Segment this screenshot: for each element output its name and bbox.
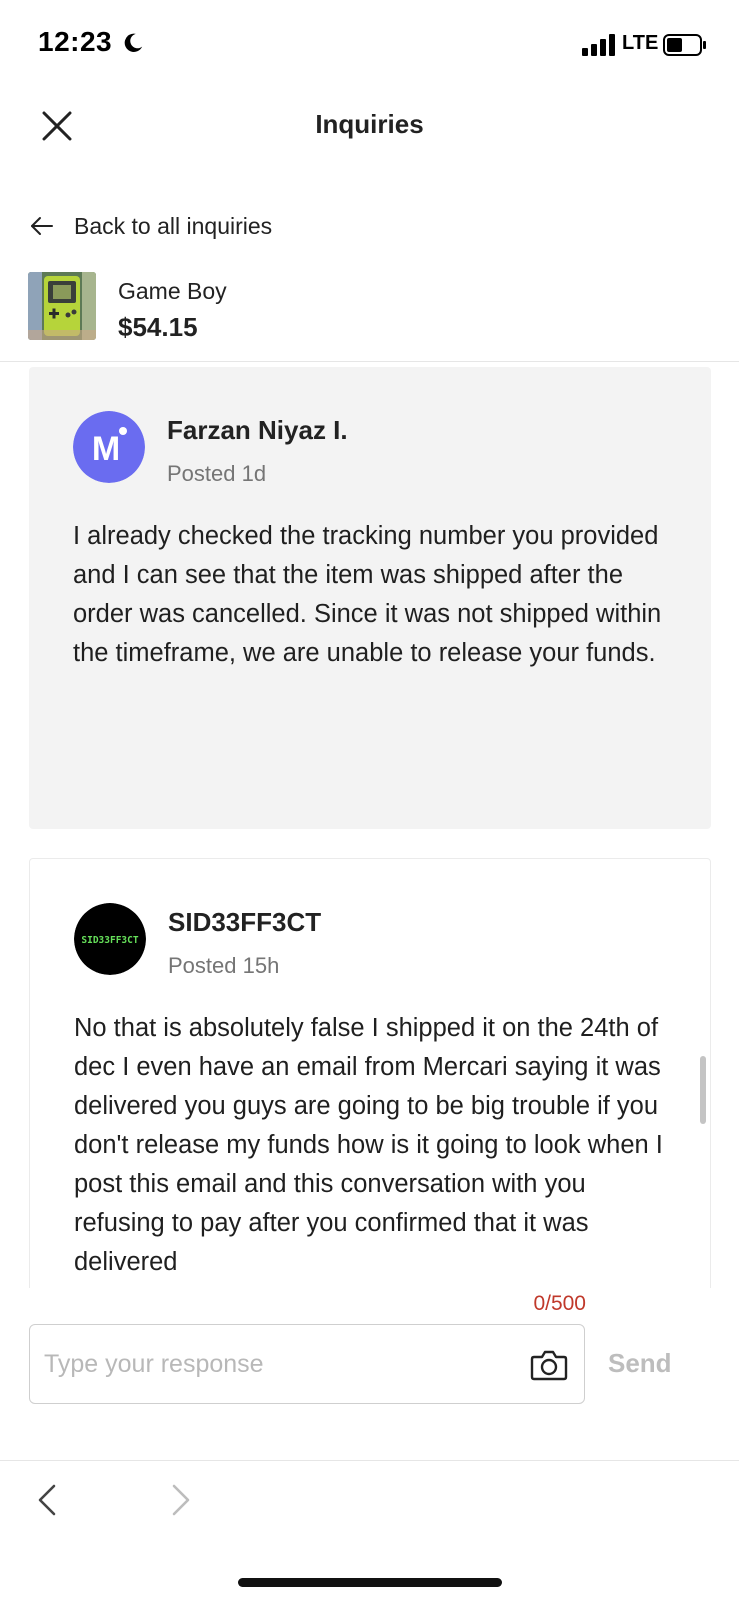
status-bar: 12:23 LTE — [0, 0, 739, 90]
divider — [0, 1460, 739, 1461]
header: Inquiries — [0, 95, 739, 155]
avatar-text: SID33FF3CT — [81, 935, 138, 946]
page-title: Inquiries — [315, 109, 424, 139]
send-button[interactable]: Send — [608, 1348, 672, 1379]
camera-icon[interactable] — [530, 1347, 568, 1383]
network-label: LTE — [622, 32, 659, 54]
message-timestamp: Posted 15h — [168, 953, 280, 978]
message-body: I already checked the tracking number yo… — [73, 522, 662, 667]
status-time: 12:23 — [38, 26, 113, 57]
item-summary[interactable]: Game Boy $54.15 — [28, 270, 718, 360]
chevron-left-icon[interactable] — [32, 1480, 62, 1520]
moon-icon — [124, 33, 143, 52]
message-author: SID33FF3CT — [168, 907, 322, 937]
item-name: Game Boy — [118, 278, 227, 304]
back-to-inquiries-link[interactable]: Back to all inquiries — [30, 206, 272, 246]
home-indicator[interactable] — [238, 1578, 502, 1587]
response-input[interactable] — [44, 1345, 504, 1383]
avatar-letter: M — [92, 430, 120, 468]
game-boy-thumbnail — [28, 272, 96, 340]
arrow-left-icon — [31, 217, 53, 235]
response-box — [29, 1324, 585, 1404]
user-avatar-icon: SID33FF3CT — [74, 903, 146, 975]
back-link-label: Back to all inquiries — [74, 212, 273, 239]
message-body: No that is absolutely false I shipped it… — [74, 1014, 663, 1276]
message-card: M Farzan Niyaz I. Posted 1d I already ch… — [29, 367, 711, 829]
message-timestamp: Posted 1d — [167, 461, 267, 486]
message-author: Farzan Niyaz I. — [167, 415, 348, 445]
chevron-right-icon[interactable] — [166, 1480, 196, 1520]
mercari-avatar-icon: M — [73, 411, 145, 483]
message-card: SID33FF3CT SID33FF3CT Posted 15h No that… — [29, 858, 711, 1288]
scrollbar[interactable] — [700, 1056, 706, 1124]
char-count: 0/500 — [533, 1292, 586, 1315]
message-list[interactable]: M Farzan Niyaz I. Posted 1d I already ch… — [0, 362, 739, 1288]
item-price: $54.15 — [118, 312, 198, 342]
battery-icon — [663, 34, 706, 56]
signal-icon — [582, 34, 615, 56]
